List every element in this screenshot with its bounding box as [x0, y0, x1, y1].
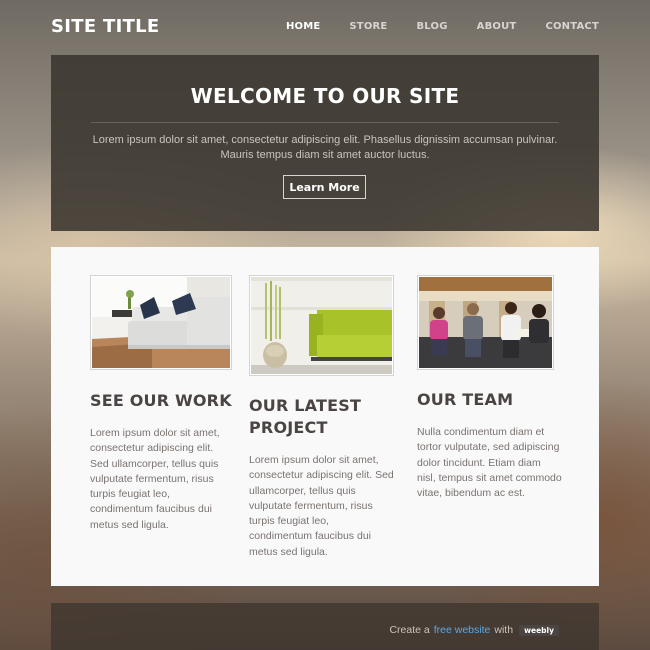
- nav-store[interactable]: STORE: [349, 21, 387, 32]
- column-text: Nulla condimentum diam et tortor vulputa…: [417, 426, 562, 500]
- column-see-our-work: SEE OUR WORK Lorem ipsum dolor sit amet,…: [90, 275, 232, 533]
- nav-home[interactable]: HOME: [286, 21, 320, 32]
- column-heading: OUR TEAM: [417, 390, 514, 409]
- green-sofa-vase-photo: [249, 275, 394, 376]
- main-nav: HOME STORE BLOG ABOUT CONTACT: [257, 21, 599, 32]
- column-text: Lorem ipsum dolor sit amet, consectetur …: [249, 454, 394, 558]
- footer-credit: Create a free website with weebly: [389, 624, 559, 636]
- site-title[interactable]: SITE TITLE: [51, 16, 160, 37]
- footer: Create a free website with weebly: [51, 603, 599, 650]
- living-room-sofa-photo: [90, 275, 232, 370]
- learn-more-button[interactable]: Learn More: [283, 175, 366, 199]
- column-heading: OUR LATEST PROJECT: [249, 396, 362, 437]
- column-latest-project: OUR LATEST PROJECT Lorem ipsum dolor sit…: [249, 275, 394, 560]
- hero-text: Lorem ipsum dolor sit amet, consectetur …: [92, 134, 558, 161]
- weebly-badge[interactable]: weebly: [519, 624, 559, 636]
- hero-banner: WELCOME TO OUR SITE Lorem ipsum dolor si…: [51, 55, 599, 231]
- free-website-link[interactable]: free website: [434, 624, 491, 636]
- column-heading: SEE OUR WORK: [90, 391, 232, 410]
- footer-suffix: with: [494, 624, 514, 636]
- team-meeting-photo: [417, 275, 554, 370]
- column-our-team: OUR TEAM Nulla condimentum diam et torto…: [417, 275, 562, 501]
- footer-prefix: Create a: [389, 624, 430, 636]
- content-panel: SEE OUR WORK Lorem ipsum dolor sit amet,…: [51, 247, 599, 586]
- nav-blog[interactable]: BLOG: [416, 21, 447, 32]
- hero-title: WELCOME TO OUR SITE: [190, 84, 460, 108]
- nav-contact[interactable]: CONTACT: [545, 21, 599, 32]
- nav-about[interactable]: ABOUT: [477, 21, 517, 32]
- column-text: Lorem ipsum dolor sit amet, consectetur …: [90, 427, 220, 531]
- hero-divider: [91, 122, 559, 123]
